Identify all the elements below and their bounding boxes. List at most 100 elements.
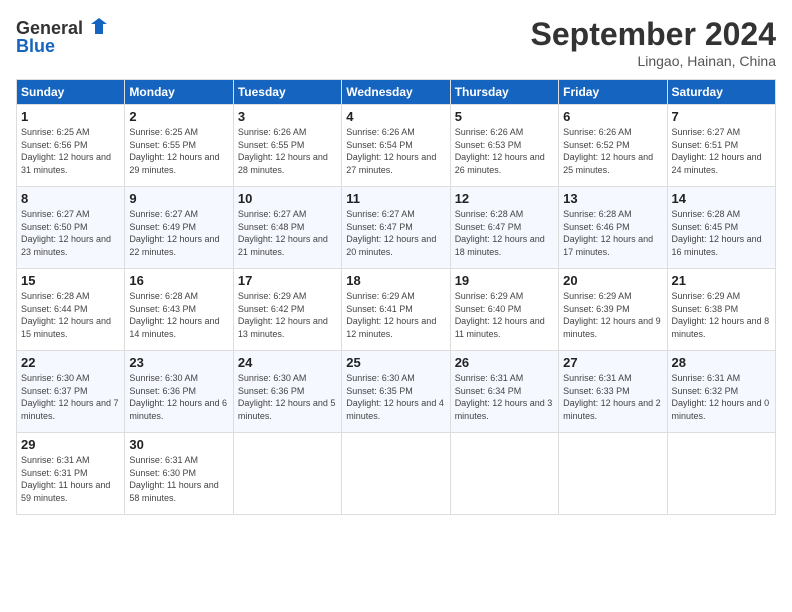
day-info: Sunrise: 6:27 AM Sunset: 6:47 PM Dayligh…: [346, 208, 445, 258]
day-info: Sunrise: 6:27 AM Sunset: 6:50 PM Dayligh…: [21, 208, 120, 258]
table-row: 4Sunrise: 6:26 AM Sunset: 6:54 PM Daylig…: [342, 105, 450, 187]
day-number: 22: [21, 355, 120, 370]
table-row: 16 Sunrise: 6:28 AM Sunset: 6:43 PM Dayli…: [125, 269, 233, 351]
day-number: 4: [346, 109, 445, 124]
table-row: 21 Sunrise: 6:29 AM Sunset: 6:38 PM Dayli…: [667, 269, 775, 351]
table-row: 5Sunrise: 6:26 AM Sunset: 6:53 PM Daylig…: [450, 105, 558, 187]
day-number: 12: [455, 191, 554, 206]
day-info: Sunrise: 6:26 AM Sunset: 6:55 PM Dayligh…: [238, 126, 337, 176]
title-section: September 2024 Lingao, Hainan, China: [531, 16, 776, 69]
day-info: Sunrise: 6:26 AM Sunset: 6:52 PM Dayligh…: [563, 126, 662, 176]
table-row: 18 Sunrise: 6:29 AM Sunset: 6:41 PM Dayli…: [342, 269, 450, 351]
table-row: [450, 433, 558, 515]
col-friday: Friday: [559, 80, 667, 105]
table-row: 8 Sunrise: 6:27 AM Sunset: 6:50 PM Daylig…: [17, 187, 125, 269]
day-info: Sunrise: 6:31 AM Sunset: 6:32 PM Dayligh…: [672, 372, 771, 422]
table-row: 2 Sunrise: 6:25 AM Sunset: 6:55 PM Daylig…: [125, 105, 233, 187]
day-number: 16: [129, 273, 228, 288]
table-row: [342, 433, 450, 515]
table-row: 7 Sunrise: 6:27 AM Sunset: 6:51 PM Daylig…: [667, 105, 775, 187]
day-number: 14: [672, 191, 771, 206]
day-number: 19: [455, 273, 554, 288]
day-number: 27: [563, 355, 662, 370]
day-number: 11: [346, 191, 445, 206]
table-row: 28 Sunrise: 6:31 AM Sunset: 6:32 PM Dayli…: [667, 351, 775, 433]
day-number: 17: [238, 273, 337, 288]
day-number: 24: [238, 355, 337, 370]
table-row: 9 Sunrise: 6:27 AM Sunset: 6:49 PM Daylig…: [125, 187, 233, 269]
day-info: Sunrise: 6:29 AM Sunset: 6:41 PM Dayligh…: [346, 290, 445, 340]
day-number: 8: [21, 191, 120, 206]
day-number: 30: [129, 437, 228, 452]
day-info: Sunrise: 6:29 AM Sunset: 6:40 PM Dayligh…: [455, 290, 554, 340]
day-number: 7: [672, 109, 771, 124]
day-number: 29: [21, 437, 120, 452]
page-container: General Blue September 2024 Lingao, Hain…: [0, 0, 792, 612]
day-info: Sunrise: 6:28 AM Sunset: 6:44 PM Dayligh…: [21, 290, 120, 340]
table-row: 29 Sunrise: 6:31 AM Sunset: 6:31 PM Dayli…: [17, 433, 125, 515]
table-row: 20 Sunrise: 6:29 AM Sunset: 6:39 PM Dayli…: [559, 269, 667, 351]
day-info: Sunrise: 6:31 AM Sunset: 6:30 PM Dayligh…: [129, 454, 228, 504]
col-tuesday: Tuesday: [233, 80, 341, 105]
day-info: Sunrise: 6:27 AM Sunset: 6:51 PM Dayligh…: [672, 126, 771, 176]
table-row: 30 Sunrise: 6:31 AM Sunset: 6:30 PM Dayli…: [125, 433, 233, 515]
day-number: 9: [129, 191, 228, 206]
day-info: Sunrise: 6:29 AM Sunset: 6:39 PM Dayligh…: [563, 290, 662, 340]
day-info: Sunrise: 6:30 AM Sunset: 6:36 PM Dayligh…: [238, 372, 337, 422]
day-info: Sunrise: 6:28 AM Sunset: 6:43 PM Dayligh…: [129, 290, 228, 340]
day-info: Sunrise: 6:30 AM Sunset: 6:36 PM Dayligh…: [129, 372, 228, 422]
table-row: 26 Sunrise: 6:31 AM Sunset: 6:34 PM Dayli…: [450, 351, 558, 433]
day-number: 28: [672, 355, 771, 370]
day-number: 26: [455, 355, 554, 370]
day-number: 23: [129, 355, 228, 370]
calendar-header-row: Sunday Monday Tuesday Wednesday Thursday…: [17, 80, 776, 105]
table-row: 1 Sunrise: 6:25 AM Sunset: 6:56 PM Daylig…: [17, 105, 125, 187]
logo-blue: Blue: [16, 36, 55, 57]
table-row: 14 Sunrise: 6:28 AM Sunset: 6:45 PM Dayli…: [667, 187, 775, 269]
day-number: 13: [563, 191, 662, 206]
calendar-week-row: 22Sunrise: 6:30 AM Sunset: 6:37 PM Dayli…: [17, 351, 776, 433]
table-row: 10Sunrise: 6:27 AM Sunset: 6:48 PM Dayli…: [233, 187, 341, 269]
subtitle: Lingao, Hainan, China: [531, 53, 776, 69]
day-info: Sunrise: 6:31 AM Sunset: 6:34 PM Dayligh…: [455, 372, 554, 422]
calendar-week-row: 15Sunrise: 6:28 AM Sunset: 6:44 PM Dayli…: [17, 269, 776, 351]
table-row: 24 Sunrise: 6:30 AM Sunset: 6:36 PM Dayli…: [233, 351, 341, 433]
day-info: Sunrise: 6:29 AM Sunset: 6:42 PM Dayligh…: [238, 290, 337, 340]
day-info: Sunrise: 6:26 AM Sunset: 6:53 PM Dayligh…: [455, 126, 554, 176]
day-number: 6: [563, 109, 662, 124]
table-row: 11 Sunrise: 6:27 AM Sunset: 6:47 PM Dayli…: [342, 187, 450, 269]
table-row: 15Sunrise: 6:28 AM Sunset: 6:44 PM Dayli…: [17, 269, 125, 351]
day-number: 3: [238, 109, 337, 124]
calendar-week-row: 1 Sunrise: 6:25 AM Sunset: 6:56 PM Daylig…: [17, 105, 776, 187]
day-number: 20: [563, 273, 662, 288]
col-saturday: Saturday: [667, 80, 775, 105]
calendar-week-row: 8 Sunrise: 6:27 AM Sunset: 6:50 PM Daylig…: [17, 187, 776, 269]
day-info: Sunrise: 6:27 AM Sunset: 6:49 PM Dayligh…: [129, 208, 228, 258]
logo-icon: [87, 16, 111, 40]
table-row: 22Sunrise: 6:30 AM Sunset: 6:37 PM Dayli…: [17, 351, 125, 433]
table-row: 27 Sunrise: 6:31 AM Sunset: 6:33 PM Dayli…: [559, 351, 667, 433]
day-info: Sunrise: 6:28 AM Sunset: 6:45 PM Dayligh…: [672, 208, 771, 258]
month-title: September 2024: [531, 16, 776, 53]
day-number: 10: [238, 191, 337, 206]
table-row: 19 Sunrise: 6:29 AM Sunset: 6:40 PM Dayli…: [450, 269, 558, 351]
col-sunday: Sunday: [17, 80, 125, 105]
day-number: 18: [346, 273, 445, 288]
table-row: 12Sunrise: 6:28 AM Sunset: 6:47 PM Dayli…: [450, 187, 558, 269]
table-row: [667, 433, 775, 515]
table-row: [559, 433, 667, 515]
day-info: Sunrise: 6:25 AM Sunset: 6:56 PM Dayligh…: [21, 126, 120, 176]
header: General Blue September 2024 Lingao, Hain…: [16, 16, 776, 69]
table-row: 23 Sunrise: 6:30 AM Sunset: 6:36 PM Dayli…: [125, 351, 233, 433]
col-thursday: Thursday: [450, 80, 558, 105]
col-wednesday: Wednesday: [342, 80, 450, 105]
day-info: Sunrise: 6:25 AM Sunset: 6:55 PM Dayligh…: [129, 126, 228, 176]
day-info: Sunrise: 6:31 AM Sunset: 6:33 PM Dayligh…: [563, 372, 662, 422]
day-info: Sunrise: 6:31 AM Sunset: 6:31 PM Dayligh…: [21, 454, 120, 504]
day-info: Sunrise: 6:29 AM Sunset: 6:38 PM Dayligh…: [672, 290, 771, 340]
day-number: 2: [129, 109, 228, 124]
day-number: 21: [672, 273, 771, 288]
day-number: 1: [21, 109, 120, 124]
table-row: 17 Sunrise: 6:29 AM Sunset: 6:42 PM Dayli…: [233, 269, 341, 351]
calendar-table: Sunday Monday Tuesday Wednesday Thursday…: [16, 79, 776, 515]
